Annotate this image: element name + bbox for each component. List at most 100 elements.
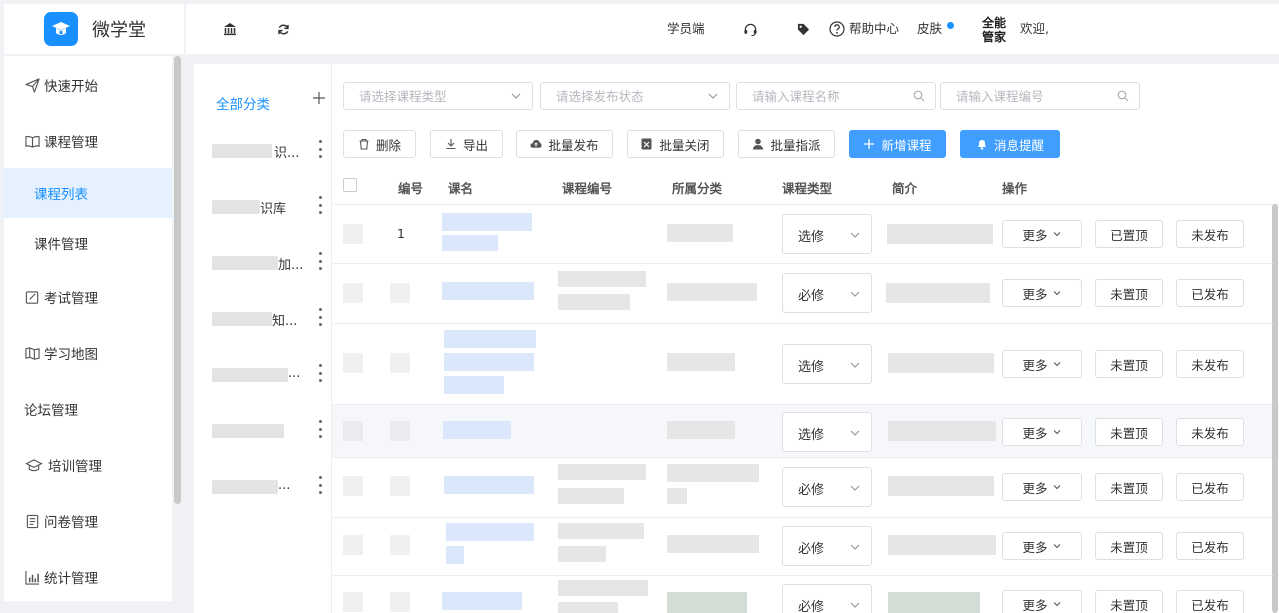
more-vertical-icon[interactable] [318,420,322,438]
sidebar-item-questionnaire-management[interactable]: 问卷管理 [4,496,172,546]
blurred-course-code [558,523,644,539]
add-course-button[interactable]: 新增课程 [849,130,946,158]
logo[interactable]: 微学堂 [4,4,184,54]
publish-status-select[interactable] [540,82,730,110]
table-row[interactable]: 必修 更多 未置顶 已发布 [332,264,1279,324]
sidebar-item-learning-map[interactable]: 学习地图 [4,328,172,378]
refresh-icon[interactable] [275,21,291,37]
pin-toggle-button[interactable]: 未置顶 [1095,590,1163,613]
course-name-input[interactable] [737,83,935,109]
search-icon[interactable] [1117,90,1129,102]
more-vertical-icon[interactable] [318,308,322,326]
row-checkbox[interactable] [343,592,363,612]
bank-icon[interactable] [222,21,238,37]
pin-toggle-button[interactable]: 已置顶 [1095,220,1163,248]
sidebar-item-forum-management[interactable]: 论坛管理 [4,384,172,434]
select-all-checkbox[interactable] [343,178,357,192]
pin-toggle-button[interactable]: 未置顶 [1095,473,1163,501]
sidebar-item-courseware-management[interactable]: 课件管理 [4,218,172,268]
sidebar-item-exam-management[interactable]: 考试管理 [4,272,172,322]
pin-toggle-button[interactable]: 未置顶 [1095,532,1163,560]
course-type-dropdown[interactable]: 必修 [782,273,872,313]
batch-assign-button[interactable]: 批量指派 [738,130,835,158]
sidebar-item-course-management[interactable]: 课程管理 [4,116,172,166]
publish-status-select-input[interactable] [541,83,729,109]
category-item[interactable]: 知... [212,308,322,330]
course-type-dropdown[interactable]: 必修 [782,467,872,507]
publish-toggle-button[interactable]: 已发布 [1176,279,1244,307]
sidebar-scrollbar[interactable] [174,56,181,504]
table-row[interactable]: 选修 更多 未置顶 未发布 [332,405,1279,458]
more-button[interactable]: 更多 [1002,532,1082,560]
publish-toggle-button[interactable]: 未发布 [1176,220,1244,248]
row-checkbox[interactable] [343,421,363,441]
row-checkbox[interactable] [343,476,363,496]
batch-publish-button[interactable]: 批量发布 [516,130,613,158]
more-button[interactable]: 更多 [1002,350,1082,378]
pin-toggle-button[interactable]: 未置顶 [1095,279,1163,307]
more-button[interactable]: 更多 [1002,279,1082,307]
category-item[interactable]: ... [212,364,322,386]
batch-close-button[interactable]: 批量关闭 [627,130,724,158]
row-checkbox[interactable] [343,224,363,244]
row-checkbox[interactable] [343,353,363,373]
category-item[interactable]: ... [212,476,322,498]
category-item[interactable]: 识... [212,140,322,162]
table-row[interactable]: 选修 更多 未置顶 未发布 [332,324,1279,405]
more-vertical-icon[interactable] [318,252,322,270]
category-item[interactable]: 加... [212,252,322,274]
more-vertical-icon[interactable] [318,140,322,158]
course-type-select[interactable] [343,82,533,110]
publish-toggle-button[interactable]: 已发布 [1176,590,1244,613]
course-type-dropdown[interactable]: 选修 [782,412,872,452]
table-scrollbar[interactable] [1272,204,1278,613]
search-icon[interactable] [913,90,925,102]
help-circle-icon[interactable] [829,21,845,37]
tag-icon[interactable] [795,21,811,37]
pin-toggle-button[interactable]: 未置顶 [1095,418,1163,446]
add-category-icon[interactable] [312,91,326,105]
publish-toggle-button[interactable]: 已发布 [1176,532,1244,560]
delete-button[interactable]: 删除 [343,130,416,158]
course-type-dropdown[interactable]: 必修 [782,584,872,613]
table-row[interactable]: 1 选修 更多 已置顶 未发布 [332,204,1279,264]
course-type-select-input[interactable] [344,83,532,109]
course-code-input[interactable] [941,83,1139,109]
table-row[interactable]: 必修 更多 未置顶 已发布 [332,518,1279,576]
course-type-dropdown[interactable]: 选修 [782,344,872,384]
publish-toggle-button[interactable]: 已发布 [1176,473,1244,501]
course-type-dropdown[interactable]: 必修 [782,526,872,566]
category-item[interactable] [212,420,322,442]
sidebar-item-course-list[interactable]: 课程列表 [4,168,172,218]
course-type-dropdown[interactable]: 选修 [782,214,872,254]
publish-toggle-button[interactable]: 未发布 [1176,418,1244,446]
export-button[interactable]: 导出 [430,130,503,158]
sidebar-item-statistics-management[interactable]: 统计管理 [4,552,172,601]
category-item[interactable]: 识库 [212,196,322,218]
publish-label: 未发布 [1191,227,1229,243]
more-button[interactable]: 更多 [1002,418,1082,446]
publish-toggle-button[interactable]: 未发布 [1176,350,1244,378]
row-checkbox[interactable] [343,535,363,555]
student-side-link[interactable]: 学员端 [667,21,705,37]
course-name-search[interactable] [736,82,936,110]
pin-toggle-button[interactable]: 未置顶 [1095,350,1163,378]
message-reminder-button[interactable]: 消息提醒 [960,130,1060,158]
more-button[interactable]: 更多 [1002,590,1082,613]
row-checkbox[interactable] [343,283,363,303]
user-name[interactable]: 全能管家 [982,16,1010,44]
course-code-search[interactable] [940,82,1140,110]
more-vertical-icon[interactable] [318,476,322,494]
more-vertical-icon[interactable] [318,196,322,214]
more-vertical-icon[interactable] [318,364,322,382]
table-row[interactable]: 必修 更多 未置顶 已发布 [332,458,1279,518]
more-button[interactable]: 更多 [1002,473,1082,501]
sidebar-item-training-management[interactable]: 培训管理 [4,440,172,490]
help-center-link[interactable]: 帮助中心 [849,21,899,37]
more-button[interactable]: 更多 [1002,220,1082,248]
sidebar-item-quick-start[interactable]: 快速开始 [4,60,172,110]
headset-icon[interactable] [742,21,758,37]
table-row[interactable]: 必修 更多 未置顶 已发布 [332,576,1279,613]
skin-switcher[interactable]: 皮肤 [917,21,942,37]
category-all[interactable]: 全部分类 [216,93,270,113]
